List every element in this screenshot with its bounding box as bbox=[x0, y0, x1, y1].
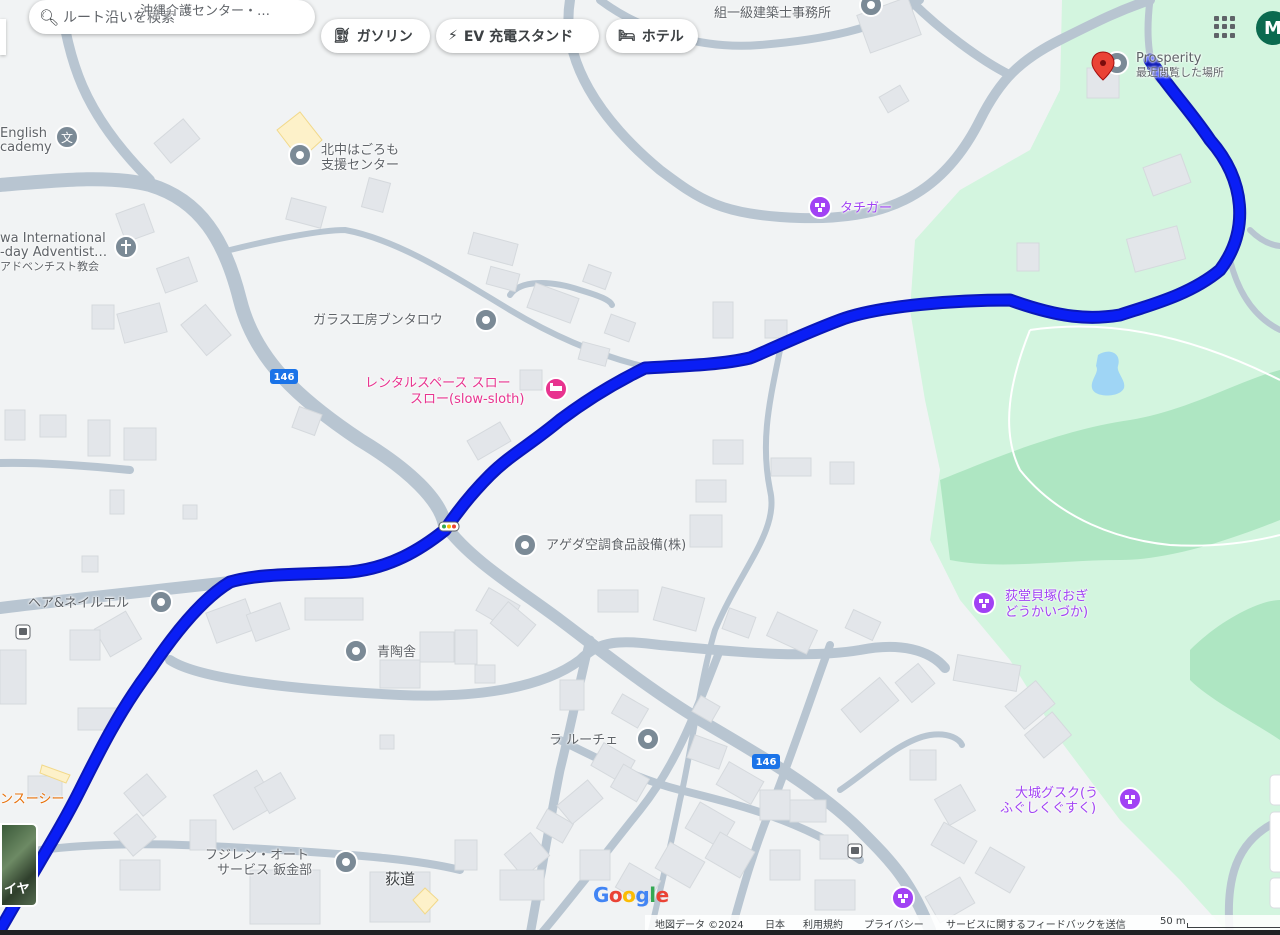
place-label[interactable]: サービス 鈑金部 bbox=[217, 863, 312, 878]
layers-toggle-button[interactable]: イヤ bbox=[0, 823, 38, 907]
window-bottom-edge bbox=[0, 930, 1280, 935]
place-label[interactable]: 青陶舎 bbox=[377, 645, 416, 660]
place-label[interactable]: ふぐしくぐすく) bbox=[1000, 801, 1096, 816]
country-link[interactable]: 日本 bbox=[765, 916, 785, 931]
landmark-icon bbox=[808, 195, 832, 219]
traffic-light-icon bbox=[438, 521, 460, 532]
scale-label[interactable]: 50 m bbox=[1160, 916, 1186, 927]
place-label[interactable]: 北中はごろも bbox=[321, 143, 399, 158]
chip-label: ガソリン bbox=[356, 29, 413, 45]
hotel-chip[interactable]: 🛏︎ ホテル bbox=[606, 19, 698, 53]
hotel-icon: 🛏︎ bbox=[618, 28, 636, 44]
place-label[interactable]: ラ ルーチェ bbox=[549, 733, 618, 748]
bus-stop-icon bbox=[847, 843, 863, 859]
landmark-icon bbox=[891, 886, 915, 910]
feedback-link[interactable]: サービスに関するフィードバックを送信 bbox=[946, 916, 1126, 931]
ev-charger-icon: ⚡︎ bbox=[448, 28, 458, 44]
place-label[interactable]: 沖縄介護センター・… bbox=[140, 4, 270, 19]
place-label[interactable]: wa International bbox=[0, 231, 106, 246]
place-label[interactable]: 大城グスク(う bbox=[1015, 786, 1098, 801]
place-label[interactable]: アドベンチスト教会 bbox=[0, 261, 99, 273]
place-label[interactable]: Prosperity bbox=[1136, 51, 1201, 66]
place-label[interactable]: タチガー bbox=[840, 201, 892, 216]
map-control-button bbox=[1269, 774, 1280, 806]
scale-bar[interactable] bbox=[1187, 923, 1280, 928]
svg-text:146: 146 bbox=[756, 757, 777, 768]
layers-label: イヤ bbox=[4, 882, 30, 897]
area-label: 荻道 bbox=[385, 870, 416, 888]
school-icon: 文 bbox=[55, 125, 79, 149]
place-label[interactable]: ンスーシー bbox=[0, 792, 64, 807]
place-label[interactable]: 支援センター bbox=[321, 158, 399, 173]
lodging-icon bbox=[544, 377, 568, 401]
ev-charger-chip[interactable]: ⚡︎ EV 充電スタンド bbox=[436, 19, 599, 53]
svg-text:文: 文 bbox=[61, 130, 73, 145]
sidebar-collapse-handle[interactable] bbox=[0, 19, 6, 55]
road-shield-146: 146 bbox=[752, 754, 780, 769]
place-label[interactable]: English bbox=[0, 126, 47, 141]
map-data-credit: 地図データ ©2024 bbox=[655, 920, 744, 931]
place-label[interactable]: -day Adventist… bbox=[0, 245, 107, 260]
chip-label: EV 充電スタンド bbox=[463, 29, 574, 45]
map-control-button bbox=[1269, 811, 1280, 873]
landmark-icon bbox=[1118, 787, 1142, 811]
place-label[interactable]: 荻堂貝塚(おぎ bbox=[1005, 589, 1088, 604]
bus-stop-icon bbox=[15, 624, 31, 640]
place-sublabel: 最近閲覧した場所 bbox=[1136, 66, 1224, 79]
place-label[interactable]: ガラス工房ブンタロウ bbox=[313, 313, 443, 328]
place-label[interactable]: cademy bbox=[0, 140, 52, 155]
church-icon bbox=[114, 235, 138, 259]
gas-station-icon: ⛽︎ bbox=[333, 28, 351, 44]
privacy-link[interactable]: プライバシー bbox=[864, 916, 924, 931]
google-logo: Google bbox=[593, 883, 669, 907]
landmark-icon bbox=[972, 591, 996, 615]
place-label[interactable]: ヘア&ネイルエル bbox=[28, 596, 129, 611]
road-shield-146: 146 bbox=[270, 369, 298, 384]
terms-link[interactable]: 利用規約 bbox=[803, 916, 843, 931]
place-label[interactable]: どうかいづか) bbox=[1005, 605, 1088, 620]
map-control-button bbox=[1269, 877, 1280, 909]
apps-grid-icon[interactable] bbox=[1214, 16, 1236, 38]
place-label[interactable]: フジレン・オート bbox=[205, 848, 309, 863]
place-label[interactable]: アゲダ空調食品設備(株) bbox=[546, 538, 686, 553]
place-label[interactable]: レンタルスペース スロー bbox=[365, 376, 511, 391]
place-label[interactable]: 組一級建築士事務所 bbox=[714, 6, 831, 21]
place-label[interactable]: スロー(slow-sloth) bbox=[410, 392, 524, 407]
search-icon: 🔍︎ bbox=[39, 7, 60, 27]
svg-text:146: 146 bbox=[274, 372, 295, 383]
chip-label: ホテル bbox=[641, 29, 684, 45]
gas-station-chip[interactable]: ⛽︎ ガソリン bbox=[321, 19, 430, 53]
